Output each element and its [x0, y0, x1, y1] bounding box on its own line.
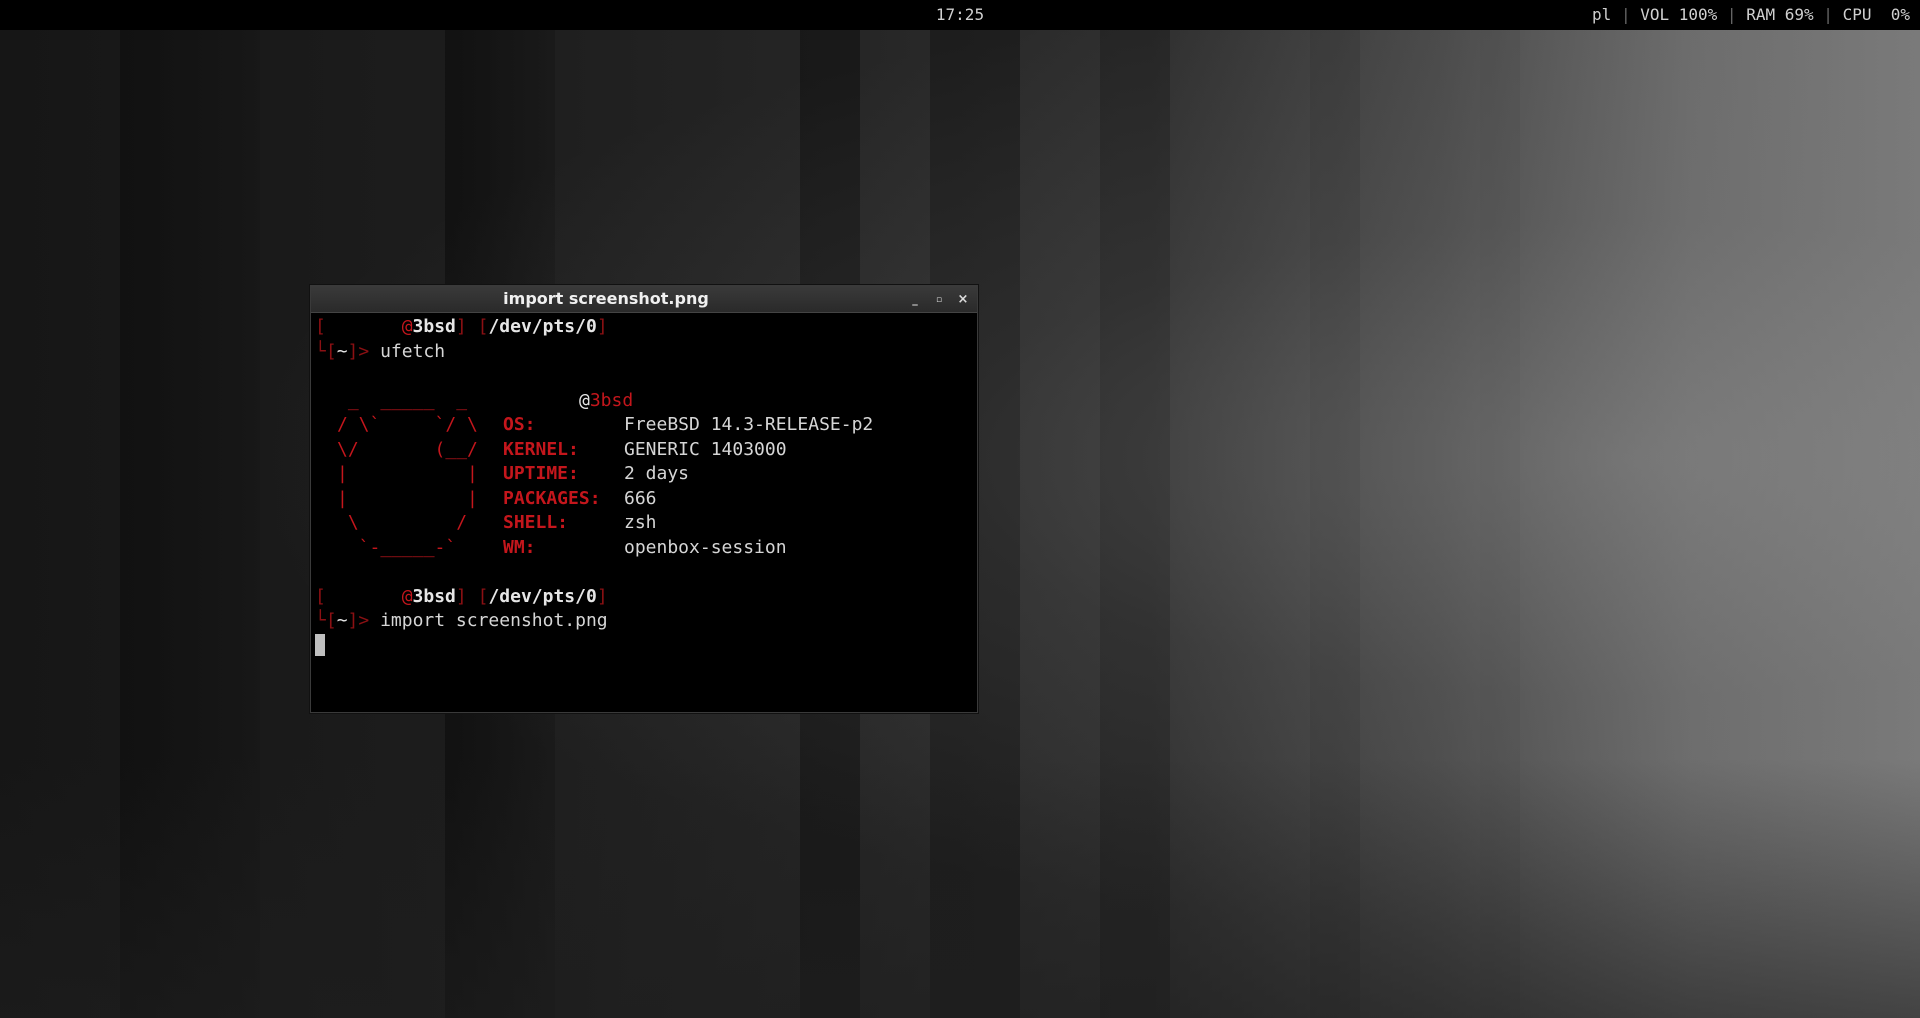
command-text: import screenshot.png [380, 610, 608, 631]
prompt-tty: /dev/pts/0 [488, 585, 597, 607]
terminal-content[interactable]: [ @3bsd] [/dev/pts/0] └[~]> ufetch _ ___… [315, 315, 973, 712]
prompt-tty: /dev/pts/0 [488, 316, 597, 337]
ufetch-output: _ _____ _ / \` `/ \ \/ (__/| | | | \ / `-__… [315, 389, 973, 561]
info-row-shell: SHELL: zsh [503, 512, 657, 533]
keyboard-layout[interactable]: pl [1592, 5, 1611, 24]
ram-value: 69% [1784, 5, 1814, 24]
text-cursor [315, 633, 325, 656]
prompt-host: 3bsd [412, 316, 456, 337]
terminal-window[interactable]: import screenshot.png _ ▫ × [ @3bsd] [/d… [310, 285, 978, 713]
window-title: import screenshot.png [503, 289, 709, 308]
freebsd-logo-ascii: _ _____ _ / \` `/ \ \/ (__/| | | | \ / `-__… [337, 389, 478, 558]
command-line: └[~]> import screenshot.png [315, 610, 608, 631]
command-line: └[~]> ufetch [315, 340, 446, 362]
info-row-uptime: UPTIME: 2 days [503, 463, 690, 484]
window-titlebar[interactable]: import screenshot.png _ ▫ × [311, 286, 977, 313]
prompt-line: [ @3bsd] [/dev/pts/0] [315, 585, 608, 607]
command-text: ufetch [380, 340, 446, 362]
maximize-button[interactable]: ▫ [929, 286, 949, 312]
minimize-button[interactable]: _ [905, 286, 925, 312]
input-line[interactable] [315, 633, 973, 659]
ram-label: RAM [1746, 5, 1776, 24]
info-row-kernel: KERNEL: GENERIC 1403000 [503, 438, 787, 460]
status-indicators: pl | VOL 100% | RAM 69% | CPU 0% [1592, 5, 1910, 24]
prompt-line: [ @3bsd] [/dev/pts/0] [315, 316, 608, 337]
top-status-bar: 17:25 pl | VOL 100% | RAM 69% | CPU 0% [0, 0, 1920, 30]
volume-label: VOL [1640, 5, 1670, 24]
info-row-os: OS: FreeBSD 14.3-RELEASE-p2 [503, 414, 874, 435]
info-row-packages: PACKAGES: 666 [503, 487, 657, 509]
cpu-value: 0% [1890, 5, 1910, 24]
ufetch-host: @3bsd [579, 389, 634, 411]
info-row-wm: WM: openbox-session [503, 536, 787, 558]
prompt-host: 3bsd [412, 585, 456, 607]
close-button[interactable]: × [953, 286, 973, 312]
cpu-label: CPU [1842, 5, 1872, 24]
volume-value[interactable]: 100% [1679, 5, 1718, 24]
